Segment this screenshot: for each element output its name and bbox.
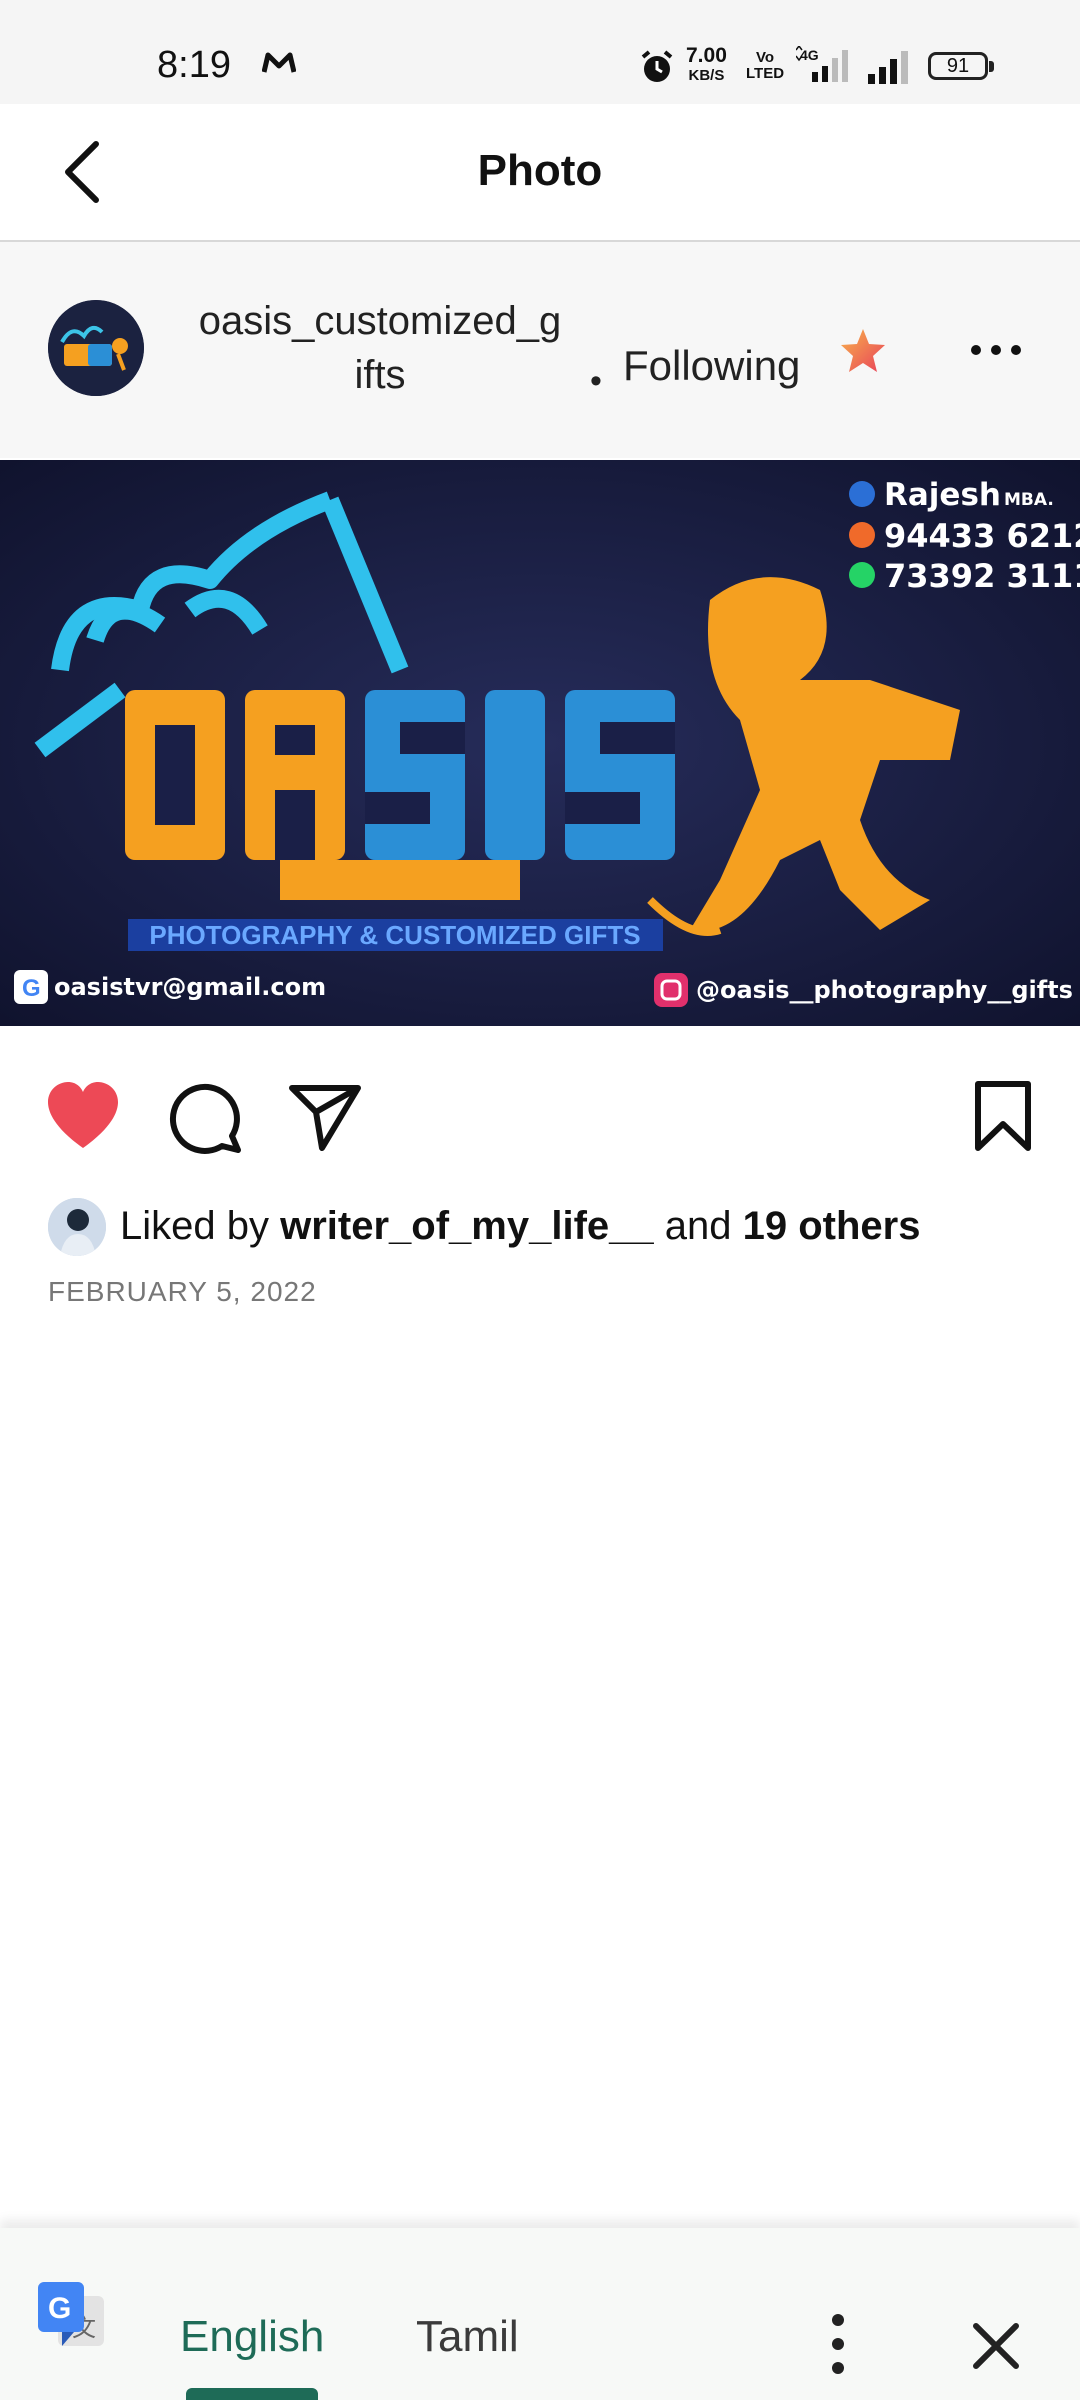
bookmark-icon[interactable] bbox=[964, 1080, 1042, 1154]
net-type-label: 4G bbox=[800, 47, 819, 63]
avatar-logo-icon bbox=[48, 300, 144, 396]
phone-icon bbox=[849, 522, 875, 548]
signal-icon bbox=[868, 51, 908, 84]
post-actions bbox=[0, 1070, 1080, 1166]
person-icon bbox=[849, 481, 875, 507]
banner-email: oasistvr@gmail.com bbox=[54, 973, 326, 1001]
source-language-tab[interactable]: English bbox=[180, 2312, 324, 2362]
translate-bar: 文 G English Tamil bbox=[0, 2228, 1080, 2400]
status-bar: 8:19 7.00 KB/S Vo LTED 4G 91 bbox=[0, 0, 1080, 104]
active-tab-indicator bbox=[186, 2388, 318, 2400]
target-language-tab[interactable]: Tamil bbox=[416, 2312, 519, 2362]
battery-indicator: 91 bbox=[928, 52, 994, 80]
liker-username[interactable]: writer_of_my_life__ bbox=[280, 1204, 654, 1248]
whatsapp-icon bbox=[849, 562, 875, 588]
close-icon[interactable] bbox=[966, 2316, 1026, 2376]
likes-row[interactable]: Liked by writer_of_my_life__ and 19 othe… bbox=[48, 1198, 1048, 1258]
banner-tagline: PHOTOGRAPHY & CUSTOMIZED GIFTS bbox=[149, 920, 640, 950]
likes-text: Liked by writer_of_my_life__ and 19 othe… bbox=[120, 1204, 921, 1248]
author-username[interactable]: oasis_customized_g ifts bbox=[180, 294, 580, 402]
signal-4g-icon: 4G bbox=[796, 46, 848, 82]
network-speed: 7.00 KB/S bbox=[686, 44, 727, 84]
oasis-banner: PHOTOGRAPHY & CUSTOMIZED GIFTS Rajesh MB… bbox=[0, 460, 1080, 1026]
svg-text:G: G bbox=[48, 2292, 71, 2325]
comment-icon[interactable] bbox=[166, 1080, 244, 1154]
svg-text:G: G bbox=[22, 975, 41, 1002]
google-translate-icon[interactable]: 文 G bbox=[36, 2280, 106, 2350]
contact-name: Rajesh bbox=[884, 477, 1001, 513]
app-header: Photo bbox=[0, 104, 1080, 242]
translate-more-icon[interactable] bbox=[822, 2312, 854, 2376]
status-time: 8:19 bbox=[157, 44, 231, 86]
contact-suffix: MBA. bbox=[1004, 490, 1054, 510]
post-author-row: oasis_customized_g ifts • Following bbox=[0, 242, 1080, 458]
author-avatar[interactable] bbox=[48, 300, 144, 396]
volte-indicator: Vo LTED bbox=[746, 49, 785, 82]
banner-instagram: @oasis__photography__gifts bbox=[696, 976, 1073, 1004]
liker-avatar bbox=[48, 1198, 106, 1256]
like-heart-icon[interactable] bbox=[44, 1080, 122, 1154]
alarm-icon bbox=[641, 50, 673, 82]
share-send-icon[interactable] bbox=[286, 1080, 364, 1154]
more-options-icon[interactable] bbox=[968, 330, 1024, 370]
page-title: Photo bbox=[477, 146, 603, 195]
following-button[interactable]: Following bbox=[623, 342, 800, 390]
post-image[interactable]: PHOTOGRAPHY & CUSTOMIZED GIFTS Rajesh MB… bbox=[0, 460, 1080, 1026]
gmail-notification-icon bbox=[262, 52, 296, 73]
instagram-icon bbox=[654, 973, 688, 1007]
likes-others[interactable]: 19 others bbox=[743, 1204, 921, 1248]
separator-dot: • bbox=[590, 362, 602, 400]
favorite-star-icon[interactable] bbox=[838, 326, 888, 376]
contact-phone-1: 94433 62127 bbox=[884, 517, 1080, 555]
contact-phone-2: 73392 31113 bbox=[884, 557, 1080, 595]
post-date: FEBRUARY 5, 2022 bbox=[48, 1276, 317, 1307]
